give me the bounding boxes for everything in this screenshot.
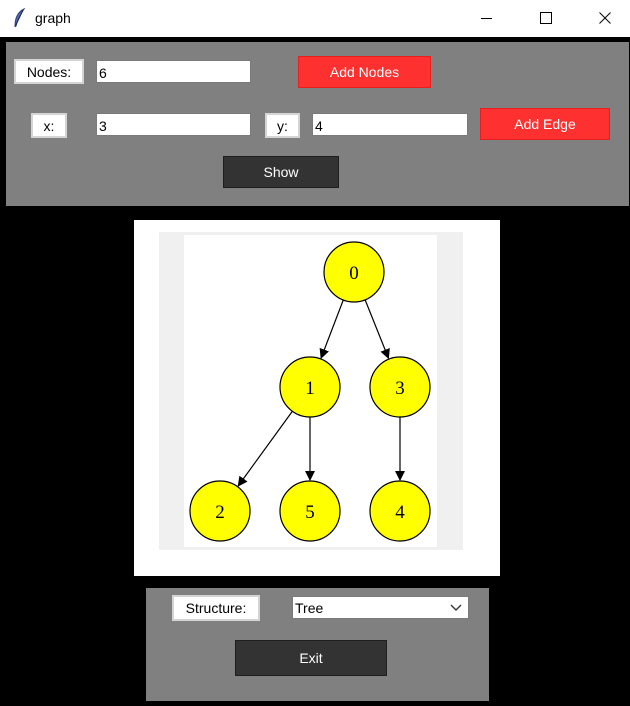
graph-node-3: 3 bbox=[369, 356, 431, 418]
x-label: x: bbox=[31, 113, 67, 138]
graph-node-label: 4 bbox=[395, 502, 405, 523]
graph-node-label: 0 bbox=[349, 263, 359, 284]
y-label: y: bbox=[265, 113, 300, 138]
graph-image: 0 1 3 2 5 4 bbox=[134, 220, 500, 576]
add-edge-button[interactable]: Add Edge bbox=[480, 108, 610, 140]
maximize-icon bbox=[540, 12, 552, 24]
nodes-label: Nodes: bbox=[14, 59, 84, 84]
show-button[interactable]: Show bbox=[223, 156, 339, 188]
graph-edge-0-1 bbox=[319, 299, 344, 359]
graph-svg: 0 1 3 2 5 4 bbox=[189, 241, 431, 542]
structure-select-value: Tree bbox=[295, 600, 324, 616]
graph-node-label: 5 bbox=[305, 502, 315, 523]
structure-label: Structure: bbox=[172, 595, 260, 621]
graph-node-label: 2 bbox=[215, 502, 225, 523]
exit-button[interactable]: Exit bbox=[235, 640, 387, 676]
minimize-button[interactable] bbox=[464, 0, 510, 37]
add-nodes-button[interactable]: Add Nodes bbox=[298, 56, 431, 88]
graph-node-5: 5 bbox=[279, 480, 341, 542]
feather-icon bbox=[12, 7, 28, 28]
graph-node-label: 3 bbox=[395, 378, 405, 399]
graph-node-label: 1 bbox=[305, 378, 315, 399]
graph-node-0: 0 bbox=[323, 241, 385, 303]
maximize-button[interactable] bbox=[523, 0, 569, 37]
window-title: graph bbox=[35, 10, 71, 26]
close-button[interactable] bbox=[582, 0, 628, 37]
x-input[interactable] bbox=[96, 113, 251, 136]
structure-select[interactable]: Tree bbox=[292, 596, 469, 619]
graph-edge-0-3 bbox=[364, 299, 390, 360]
title-bar: graph bbox=[0, 0, 630, 37]
graph-canvas: 0 1 3 2 5 4 bbox=[184, 235, 437, 547]
graph-background: 0 1 3 2 5 4 bbox=[159, 232, 463, 550]
graph-node-1: 1 bbox=[279, 356, 341, 418]
graph-node-2: 2 bbox=[189, 480, 251, 542]
nodes-input[interactable] bbox=[96, 60, 251, 83]
y-input[interactable] bbox=[312, 113, 468, 136]
chevron-down-icon bbox=[450, 604, 462, 611]
graph-node-4: 4 bbox=[369, 480, 431, 542]
minimize-icon bbox=[481, 18, 492, 19]
close-icon bbox=[599, 12, 611, 24]
graph-edge-1-2 bbox=[237, 410, 293, 487]
